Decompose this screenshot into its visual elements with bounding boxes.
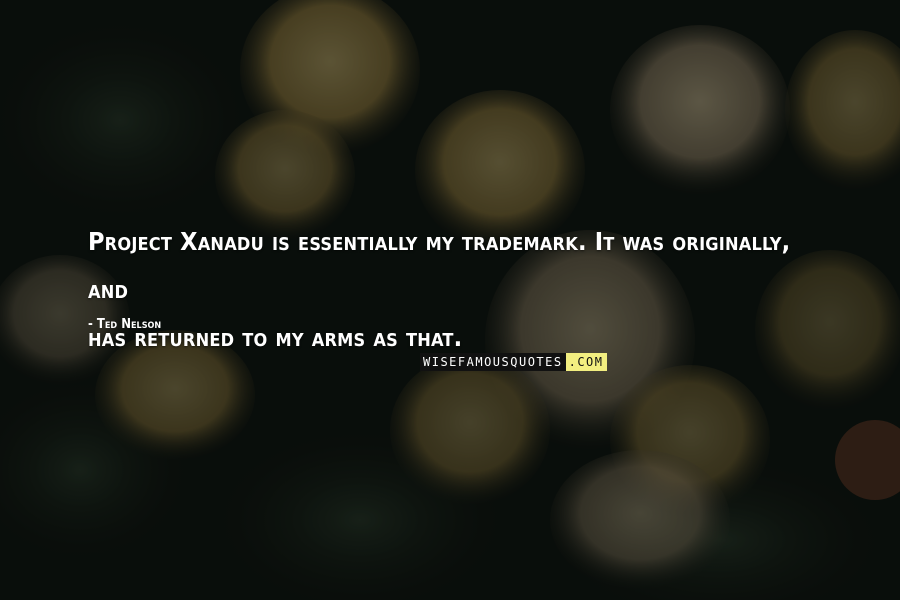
quote-line-1: Project Xanadu is essentially my tradema… — [88, 227, 791, 304]
quote-card: Project Xanadu is essentially my tradema… — [0, 0, 900, 600]
watermark-logo: WISEFAMOUSQUOTES .COM — [420, 353, 607, 371]
quote-text: Project Xanadu is essentially my tradema… — [88, 218, 828, 362]
watermark-part-2: .COM — [565, 353, 607, 371]
watermark-part-1: WISEFAMOUSQUOTES — [420, 353, 566, 371]
quote-author: - Ted Nelson — [88, 317, 162, 332]
